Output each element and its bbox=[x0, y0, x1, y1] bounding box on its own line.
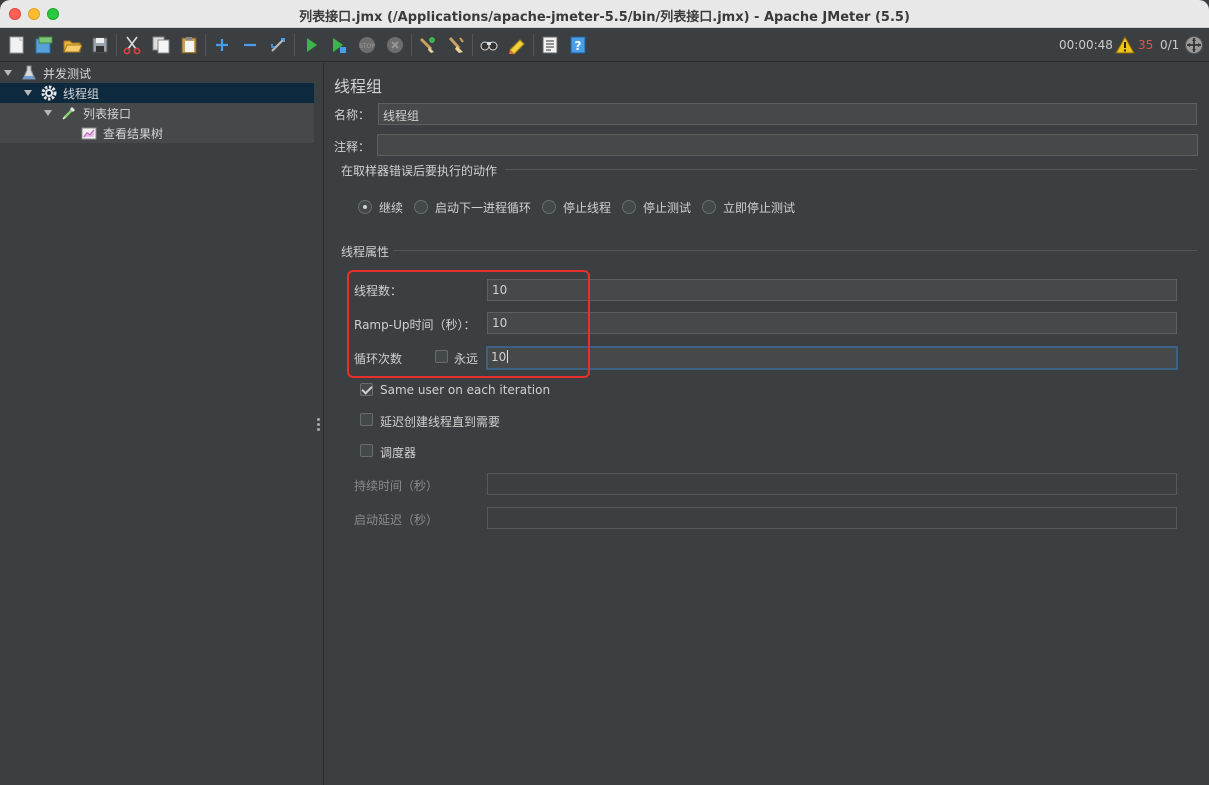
tree-item-thread-group[interactable]: 线程组 bbox=[0, 83, 314, 103]
window-title: 列表接口.jmx (/Applications/apache-jmeter-5.… bbox=[299, 10, 910, 25]
paste-icon[interactable] bbox=[178, 34, 200, 56]
toolbar: STOP ? 00:00:48 35 0/1 bbox=[0, 28, 1209, 62]
tree-item-label: 并发测试 bbox=[43, 66, 92, 81]
radio-stop-test-label: 停止测试 bbox=[643, 201, 692, 215]
error-action-section-title: 在取样器错误后要执行的动作 bbox=[341, 164, 498, 178]
new-icon[interactable] bbox=[6, 34, 28, 56]
splitter-grip-dot bbox=[317, 428, 320, 431]
search-icon[interactable] bbox=[478, 34, 500, 56]
expand-arrow-icon[interactable] bbox=[4, 70, 12, 76]
clear-icon[interactable] bbox=[416, 34, 438, 56]
radio-stop-thread[interactable] bbox=[542, 200, 556, 214]
thread-props-section-title: 线程属性 bbox=[341, 245, 390, 259]
warning-count: 35 bbox=[1138, 38, 1154, 52]
radio-continue[interactable] bbox=[358, 200, 372, 214]
name-label: 名称： bbox=[334, 108, 371, 122]
tree-item-label: 列表接口 bbox=[83, 106, 132, 121]
startup-delay-field[interactable] bbox=[487, 507, 1177, 529]
expand-arrow-icon[interactable] bbox=[24, 90, 32, 96]
tree-item-sampler[interactable]: 列表接口 bbox=[0, 103, 314, 123]
duration-label: 持续时间（秒） bbox=[354, 479, 439, 493]
svg-text:STOP: STOP bbox=[359, 43, 375, 50]
splitter-grip-dot bbox=[317, 423, 320, 426]
comment-field[interactable] bbox=[377, 134, 1198, 156]
tree-item-test-plan[interactable]: 并发测试 bbox=[0, 63, 314, 83]
test-plan-tree: 并发测试 线程组 列表接口 查看结果树 bbox=[0, 63, 314, 785]
active-threads: 0/1 bbox=[1160, 38, 1180, 52]
startup-delay-label: 启动延迟（秒） bbox=[354, 513, 439, 527]
pipette-icon bbox=[60, 104, 78, 122]
name-field[interactable]: 线程组 bbox=[378, 103, 1197, 125]
elapsed-time: 00:00:48 bbox=[1059, 38, 1113, 52]
remote-icon[interactable] bbox=[1183, 34, 1205, 56]
start-icon[interactable] bbox=[300, 34, 322, 56]
highlight-annotation-box bbox=[347, 270, 590, 378]
delay-create-label: 延迟创建线程直到需要 bbox=[380, 415, 501, 429]
title-bar: 列表接口.jmx (/Applications/apache-jmeter-5.… bbox=[0, 0, 1209, 28]
open-icon[interactable] bbox=[61, 34, 83, 56]
results-tree-icon bbox=[80, 124, 98, 142]
help-icon[interactable]: ? bbox=[567, 34, 589, 56]
page-title: 线程组 bbox=[334, 77, 383, 96]
radio-continue-label: 继续 bbox=[379, 201, 404, 215]
function-helper-icon[interactable] bbox=[539, 34, 561, 56]
section-divider bbox=[393, 250, 1197, 251]
svg-text:?: ? bbox=[575, 39, 582, 53]
scheduler-checkbox[interactable] bbox=[360, 444, 373, 457]
shutdown-icon[interactable] bbox=[384, 34, 406, 56]
save-icon[interactable] bbox=[89, 34, 111, 56]
collapse-icon[interactable] bbox=[239, 34, 261, 56]
start-no-pause-icon[interactable] bbox=[328, 34, 350, 56]
expand-arrow-icon[interactable] bbox=[44, 110, 52, 116]
thread-group-panel: 线程组 名称： 线程组 注释： 在取样器错误后要执行的动作 继续 启动下一进程循… bbox=[325, 63, 1209, 785]
reset-search-icon[interactable] bbox=[506, 34, 528, 56]
scheduler-label: 调度器 bbox=[380, 446, 417, 460]
tree-item-label: 查看结果树 bbox=[103, 126, 164, 141]
radio-stop-thread-label: 停止线程 bbox=[563, 201, 612, 215]
same-user-label: Same user on each iteration bbox=[380, 383, 551, 397]
tree-item-label: 线程组 bbox=[63, 86, 100, 101]
tree-item-results-tree[interactable]: 查看结果树 bbox=[0, 123, 314, 143]
rampup-field[interactable]: 10 bbox=[487, 312, 1177, 334]
templates-icon[interactable] bbox=[33, 34, 55, 56]
toggle-icon[interactable] bbox=[267, 34, 289, 56]
test-plan-icon bbox=[20, 64, 38, 82]
radio-start-next-loop-label: 启动下一进程循环 bbox=[435, 201, 532, 215]
expand-icon[interactable] bbox=[211, 34, 233, 56]
radio-stop-test[interactable] bbox=[622, 200, 636, 214]
radio-stop-test-now-label: 立即停止测试 bbox=[723, 201, 796, 215]
same-user-checkbox[interactable] bbox=[360, 383, 373, 396]
delay-create-checkbox[interactable] bbox=[360, 413, 373, 426]
warning-icon[interactable] bbox=[1114, 34, 1136, 56]
splitter-grip-dot bbox=[317, 418, 320, 421]
comment-label: 注释： bbox=[334, 140, 371, 154]
copy-icon[interactable] bbox=[150, 34, 172, 56]
radio-start-next-loop[interactable] bbox=[414, 200, 428, 214]
cut-icon[interactable] bbox=[121, 34, 143, 56]
stop-icon[interactable]: STOP bbox=[356, 34, 378, 56]
radio-stop-test-now[interactable] bbox=[702, 200, 716, 214]
clear-all-icon[interactable] bbox=[445, 34, 467, 56]
gear-icon bbox=[40, 84, 58, 102]
duration-field[interactable] bbox=[487, 473, 1177, 495]
section-divider bbox=[505, 169, 1197, 170]
thread-count-field[interactable]: 10 bbox=[487, 279, 1177, 301]
